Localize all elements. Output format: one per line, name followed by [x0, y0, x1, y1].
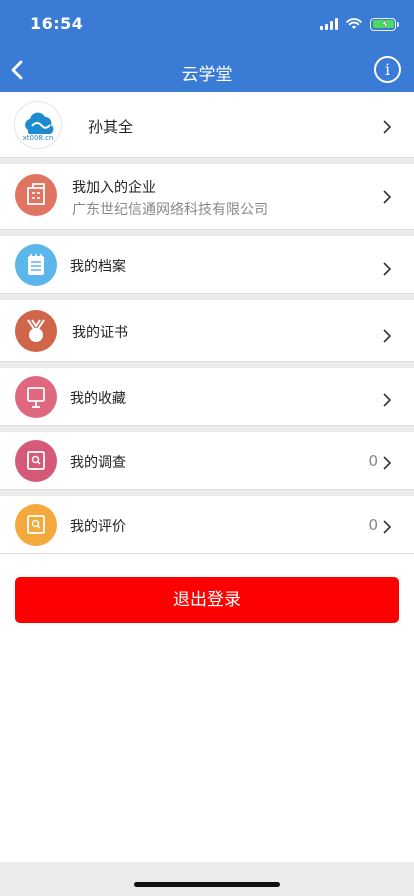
app-header: 16:54 云学堂 i [0, 0, 414, 92]
cellular-signal-icon [320, 18, 338, 30]
menu-item-label: 我加入的企业 [72, 180, 156, 196]
survey-count: 0 [368, 452, 378, 470]
menu-item-reviews[interactable]: 我的评价 0 [0, 496, 414, 554]
chevron-right-icon [383, 329, 392, 343]
notepad-icon [15, 244, 57, 286]
profile-menu-list: xt008.cn 孙其全 我加入的企业 广东世纪信通网络科技有限公司 我的档案 … [0, 92, 414, 554]
charging-bolt-icon [381, 19, 388, 29]
chevron-right-icon [383, 520, 392, 534]
menu-item-enterprise[interactable]: 我加入的企业 广东世纪信通网络科技有限公司 [0, 164, 414, 230]
chevron-right-icon [383, 120, 392, 134]
battery-icon [370, 17, 399, 31]
info-icon[interactable]: i [374, 56, 401, 83]
logout-button[interactable]: 退出登录 [15, 577, 399, 623]
chevron-right-icon [383, 190, 392, 204]
status-time: 16:54 [30, 14, 84, 33]
menu-item-profile-file[interactable]: 我的档案 [0, 236, 414, 294]
chevron-right-icon [383, 262, 392, 276]
menu-item-label: 我的调查 [70, 455, 126, 471]
review-icon [15, 504, 57, 546]
wifi-icon [346, 18, 362, 29]
chevron-right-icon [383, 393, 392, 407]
survey-icon [15, 440, 57, 482]
review-count: 0 [368, 516, 378, 534]
profile-name: 孙其全 [88, 118, 134, 136]
menu-item-label: 我的档案 [70, 259, 126, 275]
menu-item-label: 我的收藏 [70, 391, 126, 407]
chevron-right-icon [383, 456, 392, 470]
bottom-bar [0, 862, 414, 896]
avatar: xt008.cn [14, 101, 62, 149]
logo-text: xt008.cn [22, 134, 54, 142]
profile-row[interactable]: xt008.cn 孙其全 [0, 92, 414, 158]
status-icons [320, 14, 399, 34]
board-icon [15, 376, 57, 418]
menu-item-label: 我的评价 [70, 519, 126, 535]
menu-item-surveys[interactable]: 我的调查 0 [0, 432, 414, 490]
home-indicator[interactable] [134, 882, 280, 887]
menu-item-label: 我的证书 [72, 325, 128, 341]
medal-icon [15, 310, 57, 352]
building-icon [15, 174, 57, 216]
page-title: 云学堂 [181, 65, 233, 85]
menu-item-certificates[interactable]: 我的证书 [0, 300, 414, 362]
menu-item-favorites[interactable]: 我的收藏 [0, 368, 414, 426]
enterprise-name: 广东世纪信通网络科技有限公司 [72, 202, 268, 218]
